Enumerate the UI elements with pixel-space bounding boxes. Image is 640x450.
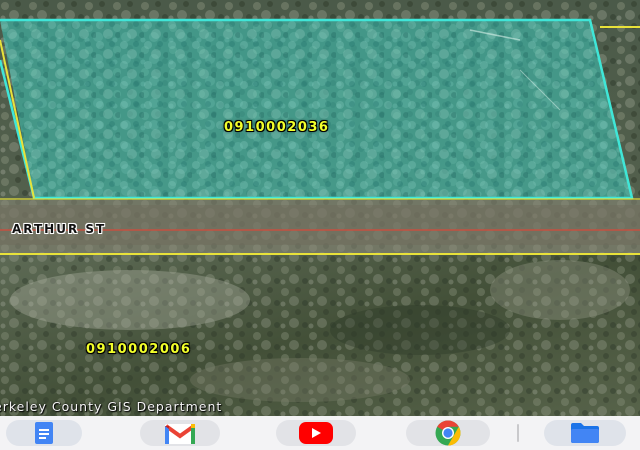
docs-icon bbox=[35, 422, 53, 444]
files-button[interactable] bbox=[544, 420, 626, 446]
map-view[interactable]: 0910002036 ARTHUR ST 0910002006 erkeley … bbox=[0, 0, 640, 416]
gmail-button[interactable] bbox=[140, 420, 220, 446]
gmail-icon bbox=[165, 424, 195, 444]
street-label: ARTHUR ST bbox=[12, 222, 107, 236]
map-attribution: erkeley County GIS Department bbox=[0, 399, 223, 414]
parcel-label-0910002036[interactable]: 0910002036 bbox=[224, 120, 329, 135]
youtube-button[interactable] bbox=[276, 420, 356, 446]
youtube-icon bbox=[299, 422, 333, 444]
files-icon bbox=[571, 423, 599, 443]
app-dock bbox=[0, 416, 640, 450]
parcel-label-0910002006[interactable]: 0910002006 bbox=[86, 342, 191, 357]
docs-button[interactable] bbox=[6, 420, 82, 446]
chrome-button[interactable] bbox=[406, 420, 490, 446]
chrome-icon bbox=[435, 420, 461, 446]
dock-divider bbox=[517, 424, 519, 442]
